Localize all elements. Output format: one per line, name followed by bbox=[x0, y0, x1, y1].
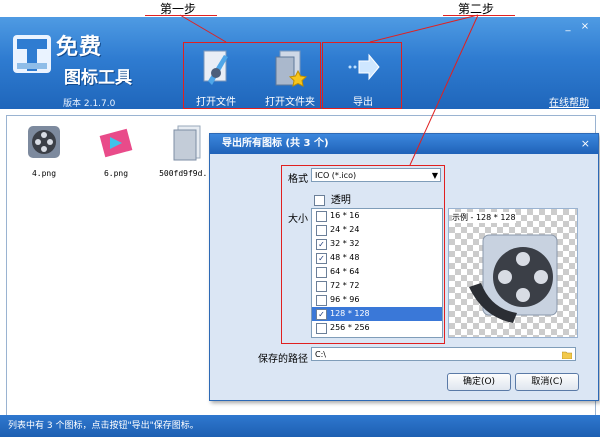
annotation-lines bbox=[179, 14, 479, 166]
